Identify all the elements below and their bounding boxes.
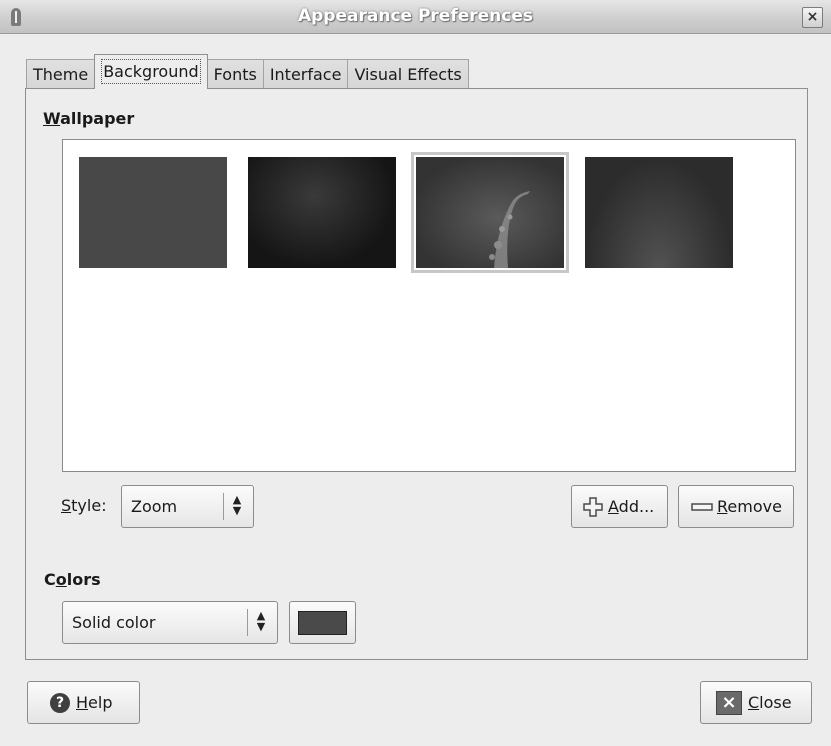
tab-visual-effects-label: Visual Effects: [354, 65, 462, 84]
wallpaper-thumbnail-selected[interactable]: [411, 152, 569, 273]
wallpaper-section-label: Wallpaper: [43, 109, 135, 128]
style-combo[interactable]: Zoom ▲ ▼: [121, 485, 254, 528]
tab-visual-effects[interactable]: Visual Effects: [347, 59, 469, 89]
color-picker-button[interactable]: [289, 601, 356, 644]
colors-section-label: Colors: [44, 570, 101, 589]
remove-button-label: Remove: [717, 497, 782, 516]
tab-theme[interactable]: Theme: [26, 59, 96, 89]
title-bar: Appearance Preferences ×: [0, 0, 831, 34]
style-label: Style:: [61, 496, 107, 515]
tab-bar: Theme Background Fonts Interface Visual …: [26, 54, 469, 89]
wallpaper-list[interactable]: [62, 139, 796, 472]
add-button[interactable]: Add...: [571, 485, 668, 528]
remove-button[interactable]: Remove: [678, 485, 794, 528]
help-button-label: Help: [76, 693, 113, 712]
background-tab-panel: Wallpaper Style: Zoom ▲ ▼ Add... Remove …: [25, 88, 808, 660]
close-icon: ×: [716, 690, 742, 715]
tab-fonts-label: Fonts: [213, 65, 257, 84]
wallpaper-thumbnail[interactable]: [248, 157, 396, 268]
color-swatch: [298, 611, 347, 635]
window-close-icon[interactable]: ×: [802, 7, 823, 28]
tab-interface[interactable]: Interface: [262, 59, 349, 89]
combo-separator: [247, 609, 248, 636]
tab-fonts[interactable]: Fonts: [206, 59, 264, 89]
color-mode-combo-value: Solid color: [72, 613, 156, 632]
combo-arrows-icon: ▲ ▼: [232, 493, 242, 517]
plus-icon: [583, 496, 603, 517]
window-title: Appearance Preferences: [297, 6, 534, 26]
wallpaper-thumbnail[interactable]: [79, 157, 227, 268]
tab-background[interactable]: Background: [94, 54, 208, 89]
tab-interface-label: Interface: [269, 65, 342, 84]
wallpaper-preview-image: [489, 191, 530, 268]
help-icon: ?: [50, 692, 70, 713]
tab-theme-label: Theme: [33, 65, 89, 84]
color-mode-combo[interactable]: Solid color ▲ ▼: [62, 601, 278, 644]
combo-arrows-icon: ▲ ▼: [256, 609, 266, 633]
close-button[interactable]: × Close: [700, 681, 812, 724]
combo-separator: [223, 493, 224, 520]
style-combo-value: Zoom: [131, 497, 178, 516]
wallpaper-thumbnail[interactable]: [585, 157, 733, 268]
minus-icon: [691, 502, 713, 511]
close-button-label: Close: [748, 693, 792, 712]
add-button-label: Add...: [608, 497, 655, 516]
help-button[interactable]: ? Help: [27, 681, 140, 724]
tab-background-label: Background: [101, 59, 201, 84]
